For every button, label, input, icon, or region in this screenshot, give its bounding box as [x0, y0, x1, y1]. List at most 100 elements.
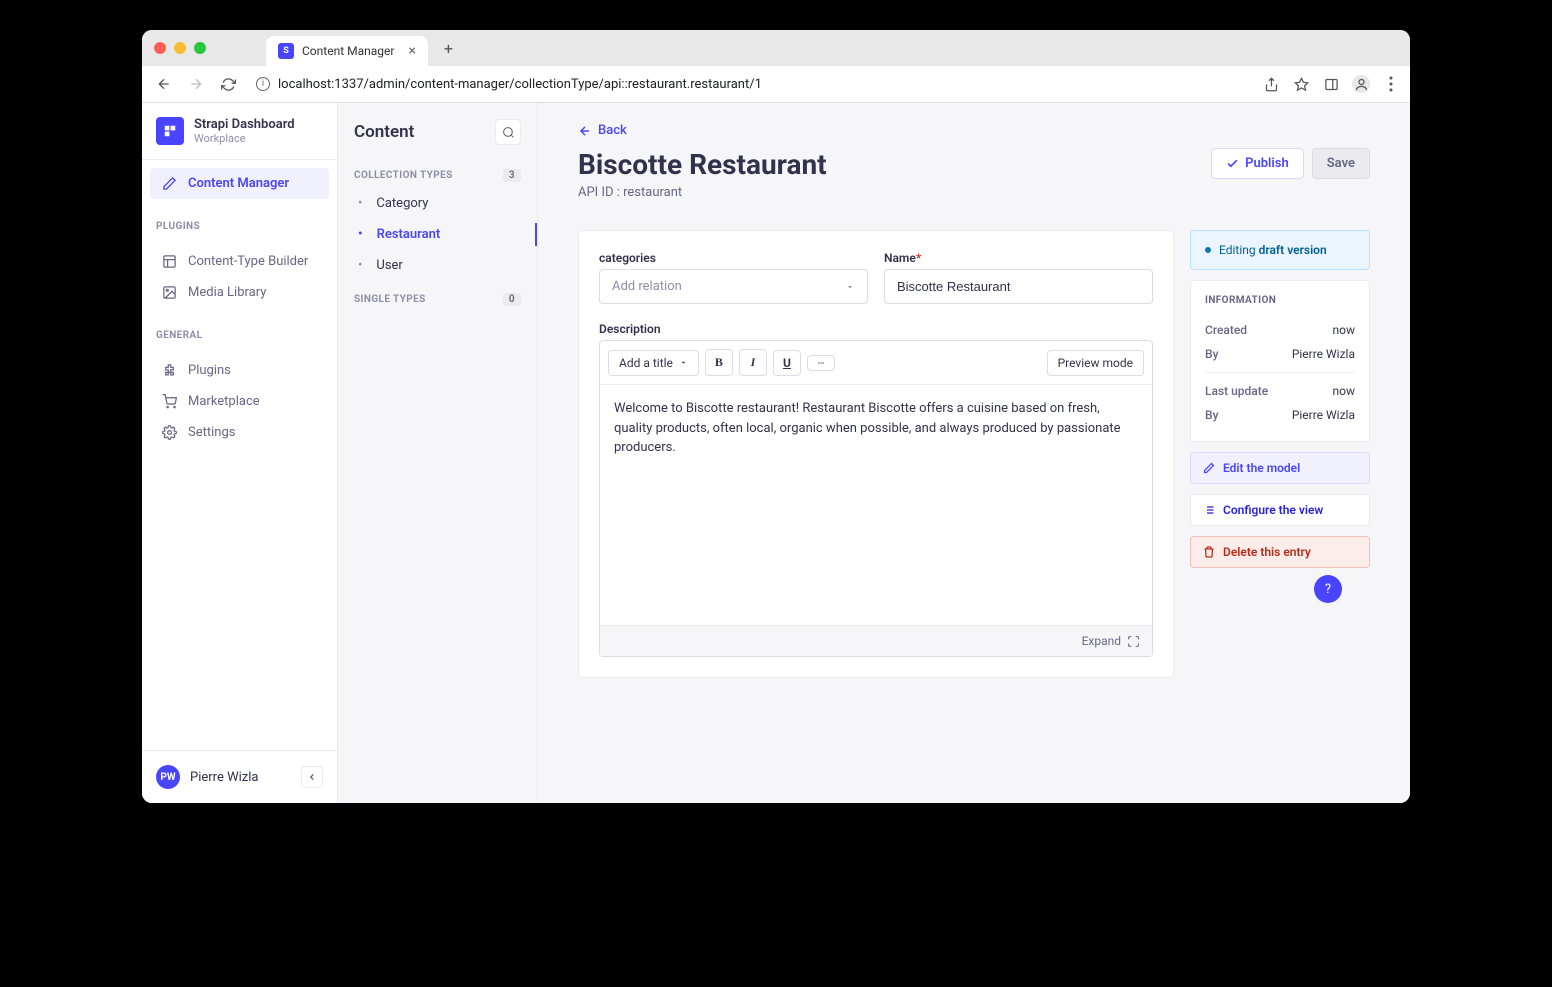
name-label: Name*	[884, 251, 1153, 265]
created-by-label: By	[1205, 347, 1218, 361]
page-subtitle: API ID : restaurant	[578, 185, 827, 200]
collection-item-category[interactable]: Category	[338, 188, 537, 219]
arrow-left-icon	[578, 124, 592, 138]
nav-plugins[interactable]: Plugins	[150, 355, 329, 386]
editor-toolbar: Add a title B I U Preview mode	[600, 341, 1152, 385]
window-maximize-icon[interactable]	[194, 42, 206, 54]
browser-tab[interactable]: S Content Manager ×	[266, 36, 428, 66]
list-icon	[1203, 504, 1215, 516]
puzzle-icon	[160, 363, 178, 378]
nav-label: Plugins	[188, 363, 231, 378]
window-minimize-icon[interactable]	[174, 42, 186, 54]
heading-dropdown[interactable]: Add a title	[608, 350, 699, 376]
new-tab-button[interactable]: +	[444, 39, 453, 58]
editor-textarea[interactable]: Welcome to Biscotte restaurant! Restaura…	[600, 385, 1152, 625]
tab-favicon-icon: S	[278, 43, 294, 59]
browser-chrome: S Content Manager × + i localhost:1337/a…	[142, 30, 1410, 103]
italic-button[interactable]: I	[739, 349, 767, 376]
profile-icon[interactable]	[1352, 75, 1370, 93]
updated-label: Last update	[1205, 384, 1268, 398]
help-fab-button[interactable]: ?	[1314, 575, 1342, 603]
right-column: Editing draft version INFORMATION Create…	[1190, 230, 1370, 678]
created-value: now	[1333, 323, 1356, 337]
preview-mode-button[interactable]: Preview mode	[1047, 350, 1144, 376]
configure-view-button[interactable]: Configure the view	[1190, 494, 1370, 526]
expand-icon	[1127, 635, 1140, 648]
status-dot-icon	[1205, 247, 1211, 253]
status-version: draft version	[1259, 243, 1327, 257]
browser-window: S Content Manager × + i localhost:1337/a…	[142, 30, 1410, 803]
more-button[interactable]	[807, 355, 835, 371]
cart-icon	[160, 394, 178, 409]
publish-button[interactable]: Publish	[1211, 148, 1304, 179]
created-by-value: Pierre Wizla	[1292, 347, 1355, 361]
created-label: Created	[1205, 323, 1247, 337]
nav-reload-button[interactable]	[216, 72, 240, 96]
name-input[interactable]	[884, 269, 1153, 304]
avatar[interactable]: PW	[156, 765, 180, 789]
sidebar-collapse-button[interactable]	[301, 766, 323, 788]
updated-value: now	[1333, 384, 1356, 398]
tab-title: Content Manager	[302, 44, 394, 58]
url-field[interactable]: i localhost:1337/admin/content-manager/c…	[248, 77, 1262, 92]
back-label: Back	[598, 123, 627, 138]
address-bar: i localhost:1337/admin/content-manager/c…	[142, 66, 1410, 103]
content-panel: Content COLLECTION TYPES 3 Category Rest…	[338, 103, 538, 803]
nav-label: Settings	[188, 425, 235, 440]
nav-content-type-builder[interactable]: Content-Type Builder	[150, 246, 329, 277]
sidebar-footer: PW Pierre Wizla	[142, 750, 337, 803]
collection-item-user[interactable]: User	[338, 250, 537, 281]
delete-entry-label: Delete this entry	[1223, 545, 1311, 559]
nav-content-manager[interactable]: Content Manager	[150, 168, 329, 199]
brand-subtitle: Workplace	[194, 132, 295, 145]
url-text: localhost:1337/admin/content-manager/col…	[278, 77, 762, 92]
delete-entry-button[interactable]: Delete this entry	[1190, 536, 1370, 568]
content-search-button[interactable]	[495, 119, 521, 145]
site-info-icon[interactable]: i	[256, 77, 270, 91]
tab-close-icon[interactable]: ×	[408, 43, 415, 59]
caret-down-icon	[845, 282, 855, 292]
search-icon	[502, 126, 515, 139]
nav-media-library[interactable]: Media Library	[150, 277, 329, 308]
browser-menu-icon[interactable]	[1382, 75, 1400, 93]
collection-types-count: 3	[503, 169, 521, 182]
bold-button[interactable]: B	[705, 349, 733, 376]
underline-button[interactable]: U	[773, 350, 801, 376]
pencil-icon	[160, 176, 178, 191]
nav-label: Media Library	[188, 285, 266, 300]
bookmark-star-icon[interactable]	[1292, 75, 1310, 93]
nav-back-button[interactable]	[152, 72, 176, 96]
back-link[interactable]: Back	[578, 123, 1370, 138]
layout-icon	[160, 254, 178, 269]
collection-types-header: COLLECTION TYPES	[354, 170, 453, 181]
collection-item-restaurant[interactable]: Restaurant	[338, 219, 537, 250]
editor-expand-button[interactable]: Expand	[600, 625, 1152, 656]
categories-label: categories	[599, 251, 868, 265]
brand-logo-icon	[156, 117, 184, 145]
content-panel-title: Content	[354, 122, 414, 142]
share-icon[interactable]	[1262, 75, 1280, 93]
nav-forward-button[interactable]	[184, 72, 208, 96]
description-editor: Add a title B I U Preview mode	[599, 340, 1153, 657]
nav-settings[interactable]: Settings	[150, 417, 329, 448]
trash-icon	[1203, 546, 1215, 558]
nav-marketplace[interactable]: Marketplace	[150, 386, 329, 417]
info-card: INFORMATION Creatednow ByPierre Wizla La…	[1190, 280, 1370, 442]
save-button[interactable]: Save	[1312, 148, 1370, 179]
user-name: Pierre Wizla	[190, 770, 291, 785]
caret-down-icon	[679, 358, 688, 367]
collection-item-label: Restaurant	[377, 227, 441, 242]
categories-select[interactable]: Add relation	[599, 269, 868, 304]
updated-by-label: By	[1205, 408, 1218, 422]
nav-header-plugins: PLUGINS	[142, 207, 337, 238]
brand-block[interactable]: Strapi Dashboard Workplace	[142, 103, 337, 160]
nav-header-general: GENERAL	[142, 316, 337, 347]
description-label: Description	[599, 322, 1153, 336]
heading-label: Add a title	[619, 356, 673, 370]
edit-model-button[interactable]: Edit the model	[1190, 452, 1370, 484]
window-close-icon[interactable]	[154, 42, 166, 54]
browser-titlebar: S Content Manager × +	[142, 30, 1410, 66]
expand-label: Expand	[1082, 634, 1121, 648]
main-sidebar: Strapi Dashboard Workplace Content Manag…	[142, 103, 338, 803]
panel-icon[interactable]	[1322, 75, 1340, 93]
